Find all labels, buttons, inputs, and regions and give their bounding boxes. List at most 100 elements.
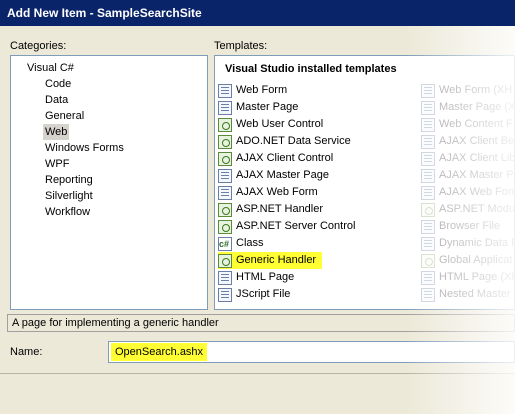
- nested-master-icon: [421, 287, 435, 302]
- template-label: HTML Page: [236, 271, 295, 283]
- template-label: AJAX Web Form: [439, 186, 515, 198]
- template-web-form[interactable]: Web Form: [218, 82, 287, 99]
- template-data-service[interactable]: ADO.NET Data Service: [218, 133, 351, 150]
- categories-tree[interactable]: Visual C# Code Data General Web Windows Forms…: [10, 55, 208, 310]
- templates-list[interactable]: Visual Studio installed templates Web Fo…: [214, 55, 515, 310]
- category-item-reporting[interactable]: Reporting: [43, 172, 95, 188]
- web-content-form-icon: [421, 117, 435, 132]
- template-ajax-client-behavior[interactable]: AJAX Client Be: [421, 133, 514, 150]
- browser-file-icon: [421, 219, 435, 234]
- template-aspnet-handler[interactable]: ASP.NET Handler: [218, 201, 323, 218]
- template-class[interactable]: Class: [218, 235, 264, 253]
- categories-label: Categories:: [10, 40, 67, 52]
- template-generic-handler[interactable]: Generic Handler: [218, 252, 323, 269]
- ajax-master-page-icon: [218, 168, 232, 183]
- template-jscript-file[interactable]: JScript File: [218, 286, 290, 303]
- name-input[interactable]: OpenSearch.ashx: [108, 341, 515, 363]
- template-label: AJAX Client Lib: [439, 152, 515, 164]
- master-page-icon: [218, 100, 232, 115]
- template-web-user-control[interactable]: Web User Control: [218, 116, 323, 133]
- dynamic-data-icon: [421, 236, 435, 251]
- template-ajax-web-form-2[interactable]: AJAX Web Form: [421, 184, 515, 201]
- template-master-page-xhtml[interactable]: Master Page (X: [421, 99, 515, 116]
- html-page-icon: [218, 270, 232, 285]
- category-item-visual-c[interactable]: Visual C#: [25, 60, 76, 76]
- template-label: Browser File: [439, 220, 501, 232]
- server-control-icon: [218, 219, 232, 234]
- add-new-item-dialog: Add New Item - SampleSearchSite Categori…: [0, 0, 515, 414]
- template-label: Web Form (XH: [439, 84, 513, 96]
- name-input-value: OpenSearch.ashx: [111, 343, 208, 361]
- template-nested-master[interactable]: Nested Master: [421, 286, 511, 303]
- template-browser-file[interactable]: Browser File: [421, 218, 500, 235]
- template-label: JScript File: [236, 288, 291, 300]
- ajax-client-library-icon: [421, 151, 435, 166]
- template-dynamic-data[interactable]: Dynamic Data F: [421, 235, 515, 252]
- ajax-web-form-icon: [218, 185, 232, 200]
- template-label: AJAX Master Pa: [439, 169, 515, 181]
- template-description: A page for implementing a generic handle…: [7, 314, 515, 332]
- template-label: AJAX Web Form: [236, 186, 318, 198]
- template-web-content-form[interactable]: Web Content F: [421, 116, 513, 133]
- template-label: Global Applicat: [439, 254, 513, 266]
- template-ajax-client-control[interactable]: AJAX Client Control: [218, 150, 333, 167]
- template-ajax-web-form[interactable]: AJAX Web Form: [218, 184, 318, 201]
- template-label: ASP.NET Modul: [439, 203, 515, 215]
- template-ajax-master-page[interactable]: AJAX Master Page: [218, 167, 329, 184]
- category-item-windows-forms[interactable]: Windows Forms: [43, 140, 126, 156]
- template-label: ASP.NET Handler: [236, 203, 324, 215]
- master-page-xhtml-icon: [421, 100, 435, 115]
- template-label: Class: [236, 237, 264, 249]
- category-item-code[interactable]: Code: [43, 76, 73, 92]
- global-application-icon: [421, 253, 435, 268]
- template-label: Web User Control: [236, 118, 324, 130]
- ajax-client-behavior-icon: [421, 134, 435, 149]
- template-label: ASP.NET Server Control: [236, 220, 356, 232]
- template-html-page[interactable]: HTML Page: [218, 269, 294, 286]
- template-label: AJAX Master Page: [236, 169, 329, 181]
- template-html-page-xhtml[interactable]: HTML Page (XH: [421, 269, 515, 286]
- ajax-master-page-2-icon: [421, 168, 435, 183]
- web-user-control-icon: [218, 117, 232, 132]
- template-label: Master Page: [236, 101, 299, 113]
- class-icon: [218, 236, 232, 253]
- category-item-silverlight[interactable]: Silverlight: [43, 188, 95, 204]
- name-label: Name:: [10, 346, 43, 358]
- template-label: Web Form: [236, 84, 288, 96]
- template-label: Dynamic Data F: [439, 237, 515, 249]
- template-label: Generic Handler: [236, 254, 317, 266]
- aspnet-module-icon: [421, 202, 435, 217]
- html-page-xhtml-icon: [421, 270, 435, 285]
- category-item-workflow[interactable]: Workflow: [43, 204, 92, 220]
- template-label: AJAX Client Be: [439, 135, 515, 147]
- template-web-form-xhtml[interactable]: Web Form (XH: [421, 82, 512, 99]
- window-title: Add New Item - SampleSearchSite: [0, 0, 515, 26]
- template-server-control[interactable]: ASP.NET Server Control: [218, 218, 355, 235]
- data-service-icon: [218, 134, 232, 149]
- web-form-xhtml-icon: [421, 83, 435, 98]
- template-label: HTML Page (XH: [439, 271, 515, 283]
- template-label: Nested Master: [439, 288, 511, 300]
- category-item-web[interactable]: Web: [43, 124, 70, 140]
- generic-handler-icon: [218, 253, 232, 268]
- template-label: ADO.NET Data Service: [236, 135, 351, 147]
- template-master-page[interactable]: Master Page: [218, 99, 298, 116]
- web-form-icon: [218, 83, 232, 98]
- template-aspnet-module[interactable]: ASP.NET Modul: [421, 201, 515, 218]
- aspnet-handler-icon: [218, 202, 232, 217]
- category-item-general[interactable]: General: [43, 108, 86, 124]
- template-ajax-client-library[interactable]: AJAX Client Lib: [421, 150, 515, 167]
- templates-section-header: Visual Studio installed templates: [225, 63, 397, 75]
- dialog-separator: [0, 373, 515, 374]
- template-ajax-master-page-2[interactable]: AJAX Master Pa: [421, 167, 515, 184]
- ajax-client-control-icon: [218, 151, 232, 166]
- category-item-data[interactable]: Data: [43, 92, 70, 108]
- template-global-application[interactable]: Global Applicat: [421, 252, 512, 269]
- template-label: AJAX Client Control: [236, 152, 334, 164]
- template-label: Master Page (X: [439, 101, 515, 113]
- template-label: Web Content F: [439, 118, 513, 130]
- ajax-web-form-2-icon: [421, 185, 435, 200]
- jscript-file-icon: [218, 287, 232, 302]
- templates-label: Templates:: [214, 40, 268, 52]
- category-item-wpf[interactable]: WPF: [43, 156, 71, 172]
